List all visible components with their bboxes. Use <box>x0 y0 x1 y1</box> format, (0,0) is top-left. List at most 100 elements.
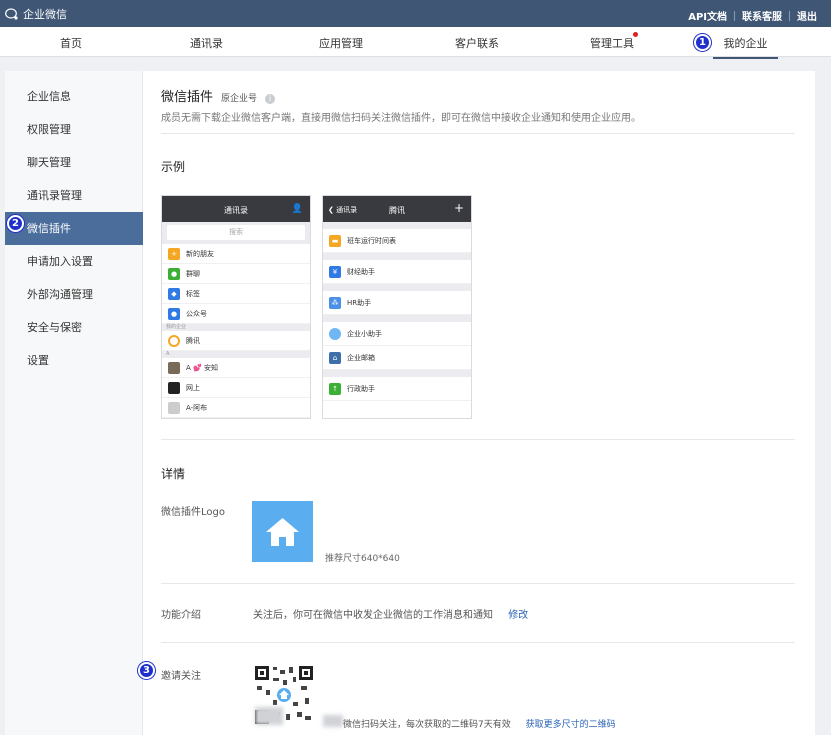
list-group-gap <box>323 284 471 291</box>
list-group-label: 我的企业 <box>162 324 310 331</box>
add-contact-icon: 👤 <box>291 204 303 214</box>
phone-search-box: 搜索 <box>167 225 305 240</box>
sidebar-item-security[interactable]: 安全与保密 <box>5 311 143 344</box>
list-item-label: A-阿布 <box>186 403 208 412</box>
function-description: 关注后，你可在微信中收发企业微信的工作消息和通知 修改 <box>253 606 528 621</box>
nav-tools[interactable]: 管理工具 <box>590 35 634 51</box>
sidebar-item-contacts[interactable]: 通讯录管理 <box>5 179 143 212</box>
list-item: ↑ 行政助手 <box>323 377 471 401</box>
page-header: 微信插件 原企业号 i <box>161 86 276 105</box>
avatar <box>168 361 180 374</box>
sidebar-item-join-settings[interactable]: 申请加入设置 <box>5 245 143 278</box>
company-icon <box>168 334 180 347</box>
sidebar-item-wechat-plugin[interactable]: 微信插件 <box>5 212 143 245</box>
page-title: 微信插件 <box>161 90 214 105</box>
nav-customer[interactable]: 客户联系 <box>455 35 499 51</box>
details-title: 详情 <box>161 467 186 481</box>
annotation-badge-3: 3 <box>138 662 155 679</box>
logout-link[interactable]: 退出 <box>797 8 817 23</box>
invite-label: 邀请关注 <box>161 671 201 682</box>
list-item-label: 腾讯 <box>186 336 200 345</box>
notification-dot <box>633 32 638 37</box>
phone-search: 搜索 <box>162 222 310 244</box>
list-group-gap: A <box>162 351 310 358</box>
phone-header: 通讯录 👤 <box>162 196 310 222</box>
sidebar-item-company-info[interactable]: 企业信息 <box>5 80 143 113</box>
list-item-label: 企业邮箱 <box>347 353 375 362</box>
api-docs-link[interactable]: API文档 <box>688 8 727 23</box>
more-qr-sizes-link[interactable]: 获取更多尺寸的二维码 <box>526 720 616 730</box>
blurred-area <box>323 715 343 727</box>
avatar <box>168 401 180 414</box>
sidebar-item-chat[interactable]: 聊天管理 <box>5 146 143 179</box>
list-item: ⁂ HR助手 <box>323 291 471 315</box>
list-item: 企业小助手 <box>323 322 471 346</box>
brand[interactable]: 企业微信 <box>5 6 67 22</box>
list-item: A-阿布 <box>162 398 310 418</box>
list-item: ⌂ 企业邮箱 <box>323 346 471 370</box>
yen-icon: ¥ <box>329 265 341 278</box>
page-subtitle: 原企业号 <box>221 94 258 104</box>
plugin-logo[interactable] <box>252 501 313 562</box>
sidebar-item-settings[interactable]: 设置 <box>5 344 143 377</box>
tag-icon: ◆ <box>168 287 180 300</box>
list-item-label: 财经助手 <box>347 267 375 276</box>
wework-logo-icon <box>5 8 18 20</box>
divider <box>161 133 795 134</box>
qr-hint-text: 微信扫码关注，每次获取的二维码7天有效 <box>343 720 511 730</box>
list-item-label: A 💕 安知 <box>186 363 218 372</box>
sidebar-item-permissions[interactable]: 权限管理 <box>5 113 143 146</box>
list-group-gap <box>323 315 471 322</box>
list-item: 腾讯 <box>162 331 310 351</box>
divider <box>734 10 735 21</box>
nav-contacts[interactable]: 通讯录 <box>190 35 223 51</box>
list-item: ▬ 班车运行时间表 <box>323 229 471 253</box>
sidebar: 企业信息 权限管理 聊天管理 通讯录管理 微信插件 申请加入设置 外部沟通管理 … <box>5 71 143 735</box>
page-description: 成员无需下载企业微信客户端，直接用微信扫码关注微信插件，即可在微信中接收企业通知… <box>161 113 641 124</box>
example-phone-contacts: 通讯录 👤 搜索 + 新的朋友 ● 群聊 ◆ 标签 ● 公众号 我的企业 腾讯 A A … <box>161 195 311 419</box>
annotation-badge-1: 1 <box>694 34 711 51</box>
divider <box>161 642 795 643</box>
sidebar-item-external[interactable]: 外部沟通管理 <box>5 278 143 311</box>
annotation-badge-2: 2 <box>7 215 24 232</box>
bus-icon: ▬ <box>329 234 341 247</box>
logo-size-hint: 推荐尺寸640*640 <box>325 554 400 564</box>
list-item: ● 公众号 <box>162 304 310 324</box>
edit-link[interactable]: 修改 <box>508 610 528 621</box>
nav-apps[interactable]: 应用管理 <box>319 35 363 51</box>
official-account-icon: ● <box>168 307 180 320</box>
logo-label: 微信插件Logo <box>161 507 225 518</box>
list-item-label: 标签 <box>186 289 200 298</box>
list-item: ¥ 财经助手 <box>323 260 471 284</box>
list-item: + 新的朋友 <box>162 244 310 264</box>
top-bar: 企业微信 API文档 联系客服 退出 <box>0 0 831 27</box>
admin-icon: ↑ <box>329 382 341 395</box>
brand-name: 企业微信 <box>23 8 67 21</box>
phone-title: 通讯录 <box>224 206 248 215</box>
example-phone-company: ❮ 通讯录 腾讯 + ▬ 班车运行时间表 ¥ 财经助手 ⁂ HR助手 企业小助手 ⌂ 企… <box>322 195 472 419</box>
home-icon <box>266 518 299 546</box>
list-group-gap <box>323 370 471 377</box>
list-item-label: 企业小助手 <box>347 329 382 338</box>
list-group-gap <box>323 222 471 229</box>
list-item: A 💕 安知 <box>162 358 310 378</box>
info-icon[interactable]: i <box>265 94 276 104</box>
blurred-area <box>255 707 283 725</box>
hr-icon: ⁂ <box>329 296 341 309</box>
list-item-label: 班车运行时间表 <box>347 236 396 245</box>
phone-header: ❮ 通讯录 腾讯 + <box>323 196 471 222</box>
list-item-label: 公众号 <box>186 309 207 318</box>
assistant-icon <box>329 327 341 340</box>
contact-support-link[interactable]: 联系客服 <box>742 8 782 23</box>
mail-icon: ⌂ <box>329 351 341 364</box>
top-links: API文档 联系客服 退出 <box>688 8 817 23</box>
list-item: ● 群聊 <box>162 264 310 284</box>
list-item-label: 行政助手 <box>347 384 375 393</box>
list-item-label: 群聊 <box>186 269 200 278</box>
list-item: ◆ 标签 <box>162 284 310 304</box>
new-friend-icon: + <box>168 247 180 260</box>
nav-home[interactable]: 首页 <box>60 35 82 51</box>
nav-my-company[interactable]: 我的企业 <box>713 35 778 59</box>
function-text: 关注后，你可在微信中收发企业微信的工作消息和通知 <box>253 610 493 621</box>
list-item: 网上 <box>162 378 310 398</box>
